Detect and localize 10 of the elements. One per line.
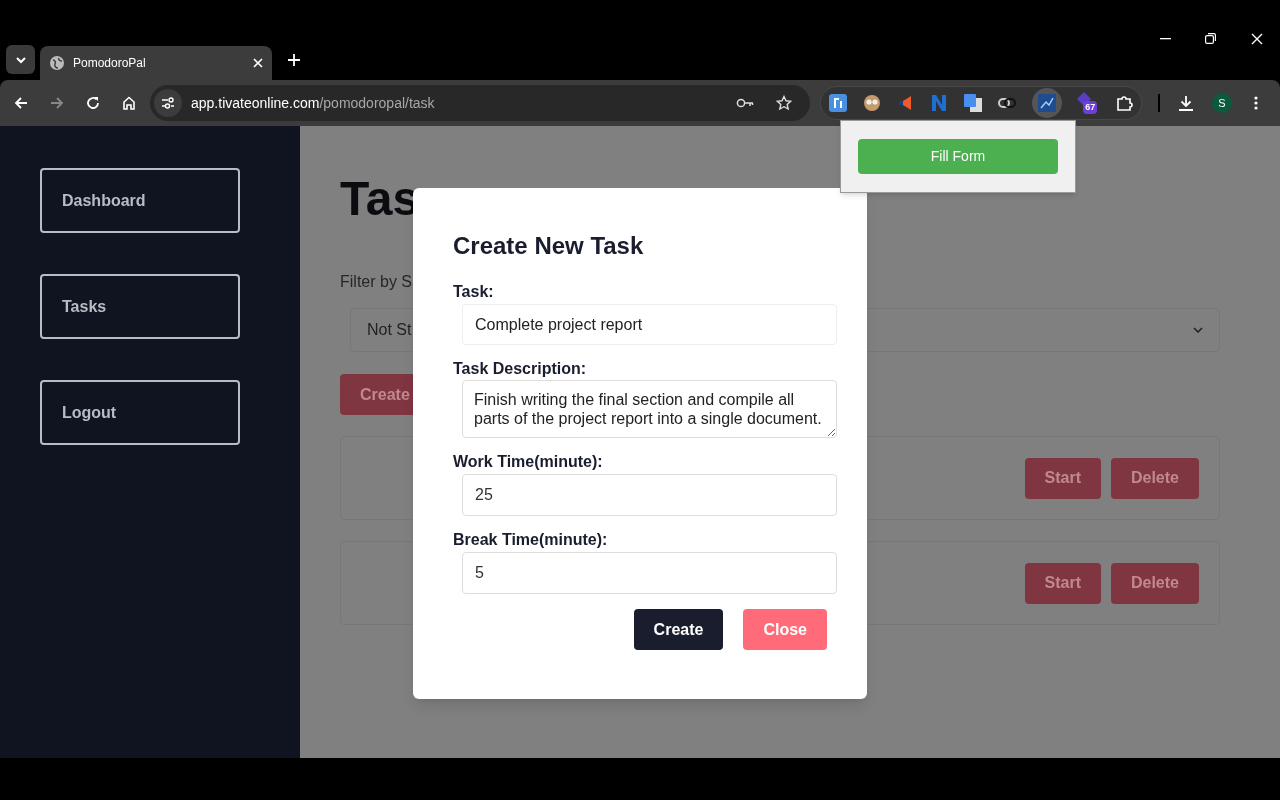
field-label: Work Time(minute): [453,452,603,472]
field-label: Task Description: [453,359,587,379]
url-text: app.tivateonline.com/pomodoropal/task [191,93,436,113]
tab-title: PomodoroPal [73,55,147,72]
field-label: Task: [453,282,494,302]
page-heading: Tas [340,171,420,227]
notification-badge: 67 [1083,101,1098,114]
filter-label: Filter by S [340,272,412,292]
modal-title: Create New Task [453,231,645,261]
field-label: Break Time(minute): [453,530,608,550]
